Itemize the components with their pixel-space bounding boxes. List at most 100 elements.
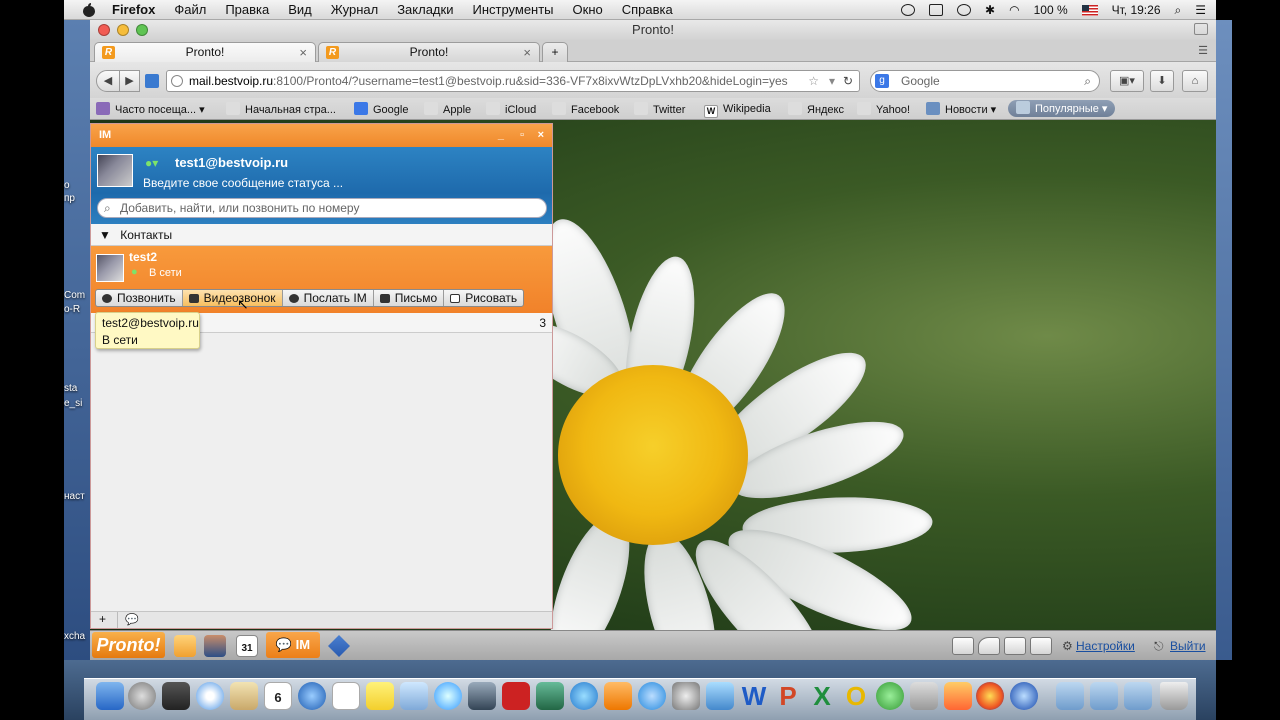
launchpad-icon[interactable] <box>128 682 156 710</box>
input-source-flag-icon[interactable] <box>1081 4 1098 16</box>
wifi-icon[interactable]: ◠ <box>1009 3 1019 17</box>
firefox-icon[interactable] <box>976 682 1004 710</box>
facetime-icon[interactable] <box>468 682 496 710</box>
tab-close-icon[interactable]: × <box>299 43 307 62</box>
avatar[interactable] <box>97 154 133 187</box>
calendar-icon[interactable]: 31 <box>236 635 258 657</box>
bookmark-folder-popular[interactable]: Популярные ▾ <box>1008 100 1116 117</box>
bookmark-icloud[interactable]: iCloud <box>486 102 536 117</box>
tab-pronto-2[interactable]: R Pronto! × <box>318 42 540 62</box>
close-window-button[interactable] <box>98 24 110 36</box>
bookmark-folder-news[interactable]: Новости ▾ <box>926 102 996 117</box>
keypad-icon[interactable] <box>1030 637 1052 655</box>
send-im-button[interactable]: Послать IM <box>283 290 374 306</box>
settings-link[interactable]: Настройки <box>1076 639 1135 653</box>
bookmark-twitter[interactable]: Twitter <box>634 102 685 117</box>
mail-icon[interactable] <box>952 637 974 655</box>
home-button[interactable]: ⌂ <box>1182 70 1208 92</box>
maximize-icon[interactable]: ▫ <box>520 124 524 147</box>
downloads-button[interactable]: ⬇ <box>1150 70 1174 92</box>
safari-icon[interactable] <box>196 682 224 710</box>
iphoto-icon[interactable] <box>536 682 564 710</box>
word-icon[interactable]: W <box>740 682 768 710</box>
itunes-icon[interactable] <box>570 682 598 710</box>
thunderbird-icon[interactable] <box>298 682 326 710</box>
menu-history[interactable]: Журнал <box>331 2 378 17</box>
contacts-person-icon[interactable] <box>204 635 226 657</box>
forward-button[interactable]: ▶ <box>120 70 140 92</box>
finder-icon[interactable] <box>96 682 124 710</box>
tab-close-icon[interactable]: × <box>523 43 531 62</box>
im-toggle-button[interactable]: 💬 IM <box>266 632 320 658</box>
tab-pronto-1[interactable]: R Pronto! × <box>94 42 316 62</box>
person-icon[interactable] <box>1004 637 1026 655</box>
new-tab-button[interactable]: + <box>542 42 568 62</box>
powerpoint-icon[interactable]: P <box>774 682 802 710</box>
presence-online-icon[interactable]: ●▾ <box>145 156 158 170</box>
documents-folder-icon[interactable] <box>1124 682 1152 710</box>
bookmark-start-page[interactable]: Начальная стра... <box>226 102 336 117</box>
spotlight-icon[interactable]: ⌕ <box>1175 3 1182 18</box>
menu-help[interactable]: Справка <box>622 2 673 17</box>
email-button[interactable]: Письмо <box>374 290 445 306</box>
close-icon[interactable]: × <box>538 124 544 147</box>
mail-stamp-icon[interactable] <box>230 682 258 710</box>
bookmark-apple[interactable]: Apple <box>424 102 471 117</box>
contacts-group-header[interactable]: ▼ Контакты <box>91 224 552 246</box>
zoom-window-button[interactable] <box>136 24 148 36</box>
clock[interactable]: Чт, 19:26 <box>1112 3 1161 17</box>
bookmark-most-visited[interactable]: Часто посеща... ▾ <box>96 102 205 117</box>
apple-icon[interactable] <box>82 2 96 17</box>
video-call-button[interactable]: Видеозвонок <box>182 290 283 306</box>
google-engine-icon[interactable]: g <box>875 74 889 88</box>
bookmark-facebook[interactable]: Facebook <box>552 102 619 117</box>
app-store-icon[interactable] <box>638 682 666 710</box>
preview-icon[interactable] <box>400 682 428 710</box>
bookmark-yahoo[interactable]: Yahoo! <box>857 102 910 117</box>
menu-window[interactable]: Окно <box>573 2 603 17</box>
opera-icon[interactable] <box>1010 682 1038 710</box>
dropdown-icon[interactable]: ▾ <box>829 71 835 91</box>
time-machine-icon[interactable] <box>957 4 972 16</box>
messages-icon[interactable] <box>434 682 462 710</box>
trash-icon[interactable] <box>1160 682 1188 710</box>
screenshot-button[interactable]: ▣▾ <box>1110 70 1144 92</box>
status-message[interactable]: Введите свое сообщение статуса ... <box>143 176 343 190</box>
contact-row[interactable]: test2 ● В сети Позвонить Видеозвонок Пос… <box>91 246 552 313</box>
url-bar[interactable]: mail.bestvoip.ru:8100/Pronto4/?username=… <box>166 70 860 92</box>
call-button[interactable]: Позвонить <box>96 290 183 306</box>
record-icon[interactable] <box>901 4 916 16</box>
bluetooth-icon[interactable]: ✱ <box>985 3 995 17</box>
star-bookmark-icon[interactable]: ☆ <box>808 71 819 91</box>
script-editor-icon[interactable] <box>706 682 734 710</box>
bookmark-wikipedia[interactable]: W Wikipedia <box>704 102 771 118</box>
calendar-icon[interactable]: 6 <box>264 682 292 710</box>
logout-icon[interactable]: ⎋ <box>1154 639 1164 654</box>
back-button[interactable]: ◀ <box>96 70 120 92</box>
outlook-icon[interactable]: O <box>842 682 870 710</box>
stickies-icon[interactable] <box>366 682 394 710</box>
downloads-stack-icon[interactable] <box>1056 682 1084 710</box>
mission-control-icon[interactable] <box>162 682 190 710</box>
draw-button[interactable]: Рисовать <box>444 290 523 306</box>
menu-app-name[interactable]: Firefox <box>112 2 155 17</box>
gear-icon[interactable]: ⚙ <box>1062 639 1073 653</box>
site-identity-icon[interactable] <box>145 74 159 88</box>
folder-app-icon[interactable] <box>944 682 972 710</box>
search-bar[interactable]: g Google ⌕ <box>870 70 1100 92</box>
search-icon[interactable]: ⌕ <box>1084 71 1091 91</box>
reload-icon[interactable]: ↻ <box>843 71 853 91</box>
menu-file[interactable]: Файл <box>174 2 206 17</box>
tab-list-icon[interactable]: ☰ <box>1198 44 1208 57</box>
notes-icon[interactable] <box>332 682 360 710</box>
fullscreen-icon[interactable] <box>1194 23 1208 35</box>
utility-icon[interactable] <box>910 682 938 710</box>
network-globe-icon[interactable] <box>876 682 904 710</box>
chat-icon[interactable]: 💬 <box>125 613 139 626</box>
bookmark-yandex[interactable]: Яндекс <box>788 102 844 117</box>
bookmark-google[interactable]: Google <box>354 102 408 117</box>
system-preferences-icon[interactable] <box>672 682 700 710</box>
ibooks-icon[interactable] <box>604 682 632 710</box>
menu-view[interactable]: Вид <box>288 2 312 17</box>
menu-bookmarks[interactable]: Закладки <box>397 2 453 17</box>
